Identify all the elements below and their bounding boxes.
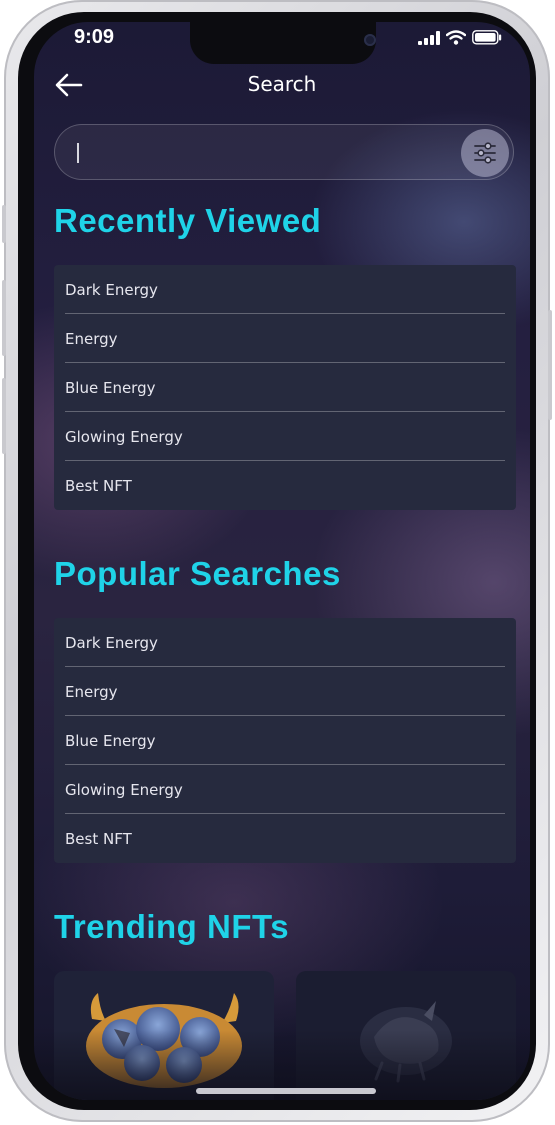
sliders-icon: [474, 142, 496, 164]
search-bar[interactable]: [54, 124, 514, 180]
recent-item-best-nft[interactable]: Best NFT: [54, 461, 516, 510]
popular-item-best-nft[interactable]: Best NFT: [54, 814, 516, 863]
popular-searches-list: Dark Energy Energy Blue Energy Glowing E…: [54, 618, 516, 863]
trending-nfts-heading: Trending NFTs: [54, 908, 290, 945]
top-bar: Search: [34, 66, 530, 104]
battery-icon: [472, 30, 502, 45]
page-title: Search: [247, 72, 317, 96]
phone-frame: 9:09 Search Recently Viewed Dark Energy …: [2, 0, 552, 1122]
recent-item-dark-energy[interactable]: Dark Energy: [54, 265, 516, 314]
recently-viewed-list: Dark Energy Energy Blue Energy Glowing E…: [54, 265, 516, 510]
mute-switch: [2, 205, 6, 243]
popular-item-blue-energy[interactable]: Blue Energy: [54, 716, 516, 765]
status-time: 9:09: [74, 26, 115, 48]
home-indicator[interactable]: [196, 1088, 376, 1094]
search-input[interactable]: [73, 133, 457, 173]
volume-up-button: [2, 280, 6, 356]
popular-item-dark-energy[interactable]: Dark Energy: [54, 618, 516, 667]
popular-item-energy[interactable]: Energy: [54, 667, 516, 716]
popular-item-glowing-energy[interactable]: Glowing Energy: [54, 765, 516, 814]
recent-item-energy[interactable]: Energy: [54, 314, 516, 363]
power-button: [548, 310, 552, 420]
signal-icon: [418, 30, 440, 45]
filter-button[interactable]: [461, 129, 509, 177]
recent-item-blue-energy[interactable]: Blue Energy: [54, 363, 516, 412]
volume-down-button: [2, 378, 6, 454]
app-screen: 9:09 Search Recently Viewed Dark Energy …: [34, 22, 530, 1100]
popular-searches-heading: Popular Searches: [54, 555, 341, 592]
front-camera: [364, 34, 376, 46]
status-icons: [418, 30, 502, 45]
notch: [190, 22, 376, 64]
wifi-icon: [446, 30, 466, 45]
recently-viewed-heading: Recently Viewed: [54, 202, 322, 239]
recent-item-glowing-energy[interactable]: Glowing Energy: [54, 412, 516, 461]
